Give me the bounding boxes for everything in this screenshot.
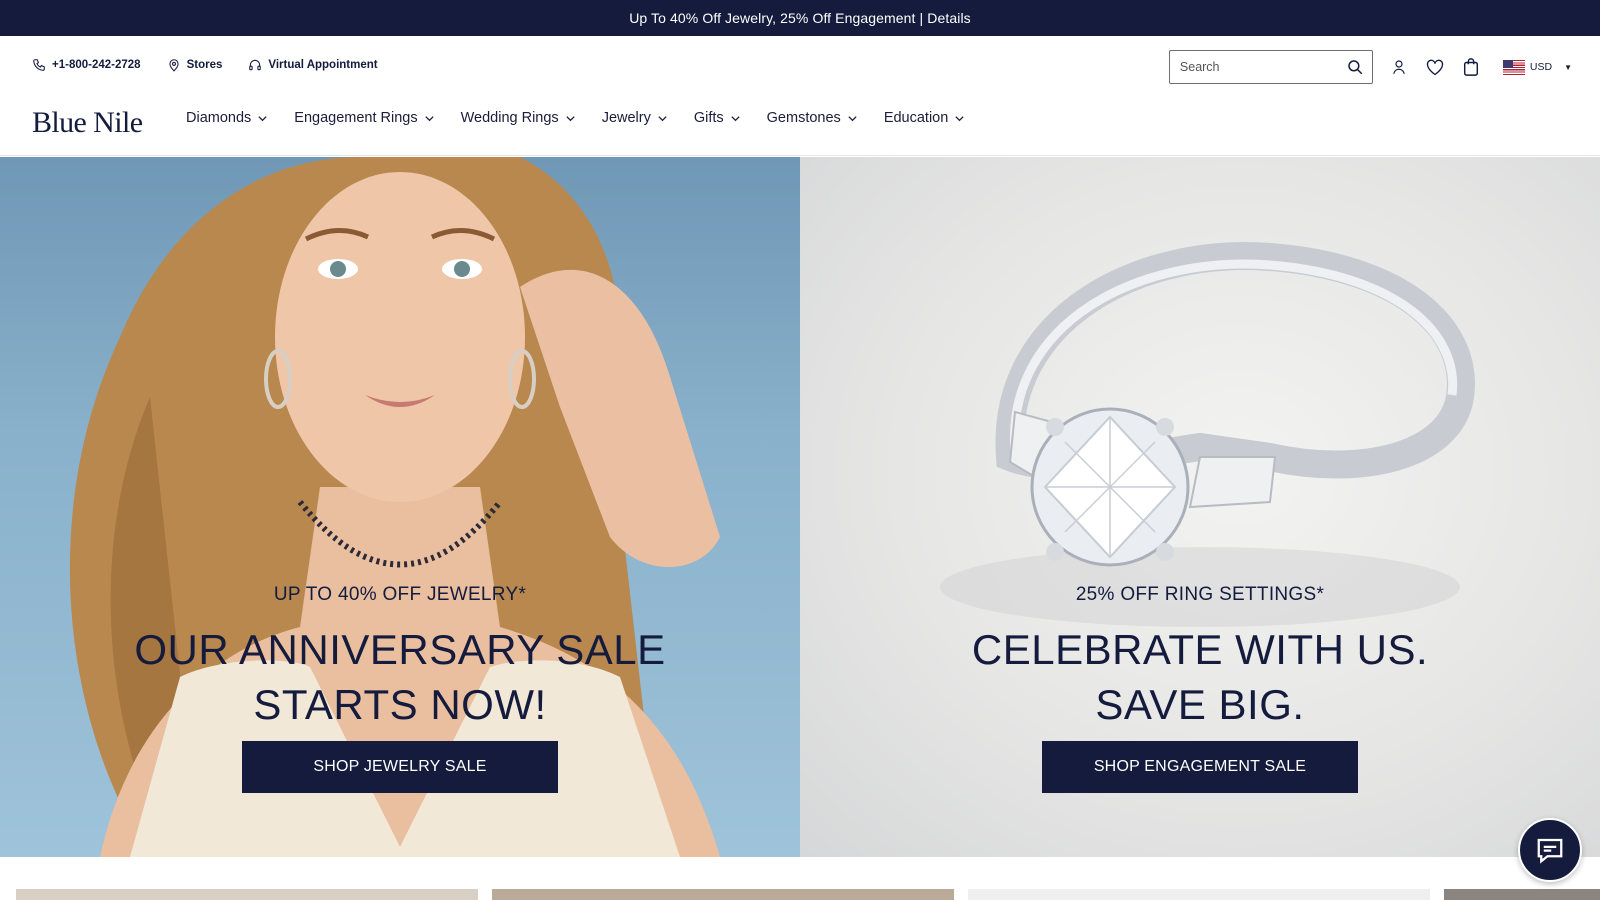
hero-eyebrow: UP TO 40% OFF JEWELRY* bbox=[273, 584, 527, 605]
hero-headline-line: SAVE BIG. bbox=[1095, 681, 1305, 728]
chevron-down-icon bbox=[258, 115, 267, 121]
shop-jewelry-sale-button[interactable]: SHOP JEWELRY SALE bbox=[242, 741, 558, 793]
hero-headline: OUR ANNIVERSARY SALE STARTS NOW! bbox=[0, 622, 800, 732]
nav-item-engagement-rings[interactable]: Engagement Rings bbox=[294, 110, 434, 126]
main-navigation: Blue Nile Diamonds Engagement Rings Wedd… bbox=[0, 98, 1600, 156]
nav-item-gifts[interactable]: Gifts bbox=[694, 110, 741, 126]
utility-bar: +1-800-242-2728 Stores Virtual Appointme… bbox=[0, 36, 1600, 98]
hero-headline-line: STARTS NOW! bbox=[253, 681, 547, 728]
chevron-down-icon bbox=[955, 115, 964, 121]
wishlist-button[interactable] bbox=[1425, 57, 1445, 77]
phone-link[interactable]: +1-800-242-2728 bbox=[32, 58, 141, 72]
category-tiles bbox=[0, 889, 1600, 900]
nav-item-label: Diamonds bbox=[186, 110, 252, 126]
account-button[interactable] bbox=[1389, 57, 1409, 77]
nav-item-label: Jewelry bbox=[601, 110, 651, 126]
us-flag-icon bbox=[1502, 59, 1525, 75]
stores-link[interactable]: Stores bbox=[167, 58, 223, 72]
hero-banner: UP TO 40% OFF JEWELRY* OUR ANNIVERSARY S… bbox=[0, 157, 1600, 857]
hero-headline: CELEBRATE WITH US. SAVE BIG. bbox=[800, 622, 1600, 732]
nav-item-gemstones[interactable]: Gemstones bbox=[767, 110, 858, 126]
hero-panel-jewelry[interactable]: UP TO 40% OFF JEWELRY* OUR ANNIVERSARY S… bbox=[0, 157, 800, 857]
shopping-bag-icon bbox=[1463, 58, 1478, 76]
shop-engagement-sale-button[interactable]: SHOP ENGAGEMENT SALE bbox=[1042, 741, 1358, 793]
hero-headline-line: CELEBRATE WITH US. bbox=[971, 626, 1429, 673]
utility-actions: USD ▼ bbox=[1168, 50, 1572, 84]
phone-icon bbox=[33, 59, 45, 71]
hero-eyebrow: 25% OFF RING SETTINGS* bbox=[1075, 584, 1325, 605]
user-icon bbox=[1393, 60, 1405, 74]
nav-item-label: Engagement Rings bbox=[294, 110, 418, 126]
virtual-appointment-link[interactable]: Virtual Appointment bbox=[248, 58, 378, 72]
map-pin-icon bbox=[168, 59, 179, 72]
hero-headline-line: OUR ANNIVERSARY SALE bbox=[134, 626, 666, 673]
chat-icon bbox=[1537, 838, 1563, 864]
nav-item-label: Gemstones bbox=[766, 110, 841, 126]
hero-panel-engagement[interactable]: 25% OFF RING SETTINGS* CELEBRATE WITH US… bbox=[800, 157, 1600, 857]
heart-icon bbox=[1426, 59, 1444, 76]
stores-label: Stores bbox=[186, 59, 223, 71]
cart-button[interactable] bbox=[1461, 57, 1481, 77]
nav-item-diamonds[interactable]: Diamonds bbox=[186, 110, 268, 126]
search-icon[interactable] bbox=[1346, 58, 1364, 76]
virtual-appointment-label: Virtual Appointment bbox=[268, 59, 378, 71]
nav-item-jewelry[interactable]: Jewelry bbox=[602, 110, 668, 126]
category-tile[interactable] bbox=[1444, 889, 1600, 900]
chevron-down-icon bbox=[424, 115, 434, 121]
chat-button[interactable] bbox=[1518, 818, 1582, 882]
promo-bar: Up To 40% Off Jewelry, 25% Off Engagemen… bbox=[0, 0, 1600, 36]
category-tile[interactable] bbox=[492, 889, 954, 900]
currency-selector[interactable]: USD ▼ bbox=[1502, 59, 1572, 75]
chevron-down-icon bbox=[731, 115, 740, 121]
nav-menu: Diamonds Engagement Rings Wedding Rings … bbox=[186, 110, 991, 126]
phone-number: +1-800-242-2728 bbox=[52, 59, 141, 71]
utility-links: +1-800-242-2728 Stores Virtual Appointme… bbox=[32, 58, 378, 72]
search-input[interactable] bbox=[1179, 60, 1346, 74]
chevron-down-icon bbox=[566, 115, 575, 121]
nav-item-label: Wedding Rings bbox=[460, 110, 559, 126]
category-tile[interactable] bbox=[968, 889, 1430, 900]
nav-item-label: Gifts bbox=[693, 110, 724, 126]
nav-item-wedding-rings[interactable]: Wedding Rings bbox=[461, 110, 576, 126]
category-tile[interactable] bbox=[16, 889, 478, 900]
chevron-down-icon bbox=[848, 115, 857, 121]
chevron-down-icon bbox=[658, 115, 667, 121]
headset-icon bbox=[249, 59, 262, 71]
nav-item-label: Education bbox=[883, 110, 949, 126]
promo-text[interactable]: Up To 40% Off Jewelry, 25% Off Engagemen… bbox=[629, 10, 971, 26]
currency-label: USD bbox=[1529, 61, 1553, 73]
brand-logo[interactable]: Blue Nile bbox=[32, 106, 143, 140]
search-box bbox=[1168, 50, 1373, 84]
nav-item-education[interactable]: Education bbox=[884, 110, 966, 126]
caret-down-icon: ▼ bbox=[1564, 62, 1572, 72]
